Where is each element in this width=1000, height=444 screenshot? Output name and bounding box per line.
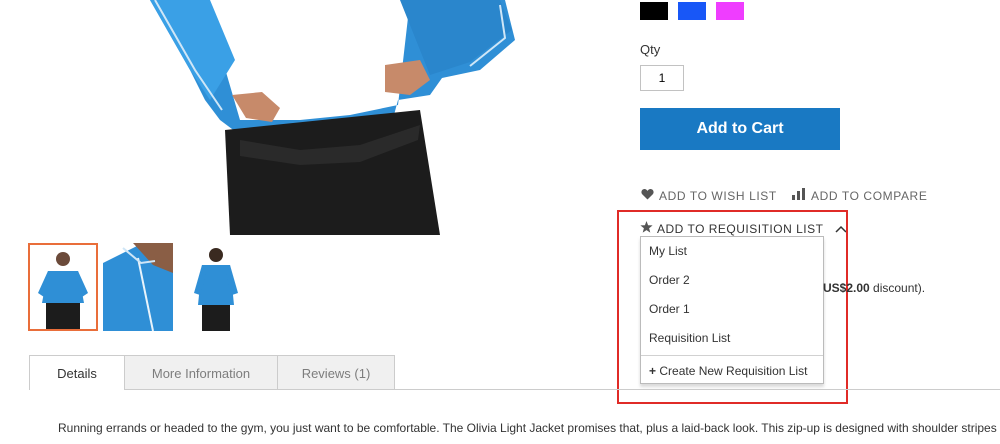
tab-reviews[interactable]: Reviews (1) [277, 355, 395, 390]
swatch-blue[interactable] [678, 2, 706, 20]
discount-text: US$2.00 discount). [823, 281, 925, 295]
swatch-pink[interactable] [716, 2, 744, 20]
product-main-image[interactable] [0, 0, 540, 235]
heart-icon [641, 188, 654, 203]
add-to-wishlist-link[interactable]: ADD TO WISH LIST [641, 188, 777, 203]
compare-label: ADD TO COMPARE [811, 188, 928, 203]
discount-amount: US$2.00 [823, 281, 870, 295]
thumbnail-3[interactable] [180, 243, 250, 331]
qty-input[interactable] [640, 65, 684, 91]
thumbnail-1[interactable] [28, 243, 98, 331]
product-description: Running errands or headed to the gym, yo… [58, 421, 997, 435]
qty-label: Qty [640, 42, 661, 57]
add-to-compare-link[interactable]: ADD TO COMPARE [792, 188, 927, 203]
thumbnail-2[interactable] [103, 243, 173, 331]
tab-details[interactable]: Details [29, 355, 125, 390]
swatch-black[interactable] [640, 2, 668, 20]
tab-more-information[interactable]: More Information [124, 355, 278, 390]
tabs-divider [29, 389, 1000, 390]
discount-suffix: discount). [869, 281, 926, 295]
compare-bars-icon [792, 188, 806, 203]
wishlist-label: ADD TO WISH LIST [659, 188, 777, 203]
highlight-annotation [617, 210, 848, 404]
add-to-cart-button[interactable]: Add to Cart [640, 108, 840, 150]
active-tab-gap [30, 388, 124, 391]
